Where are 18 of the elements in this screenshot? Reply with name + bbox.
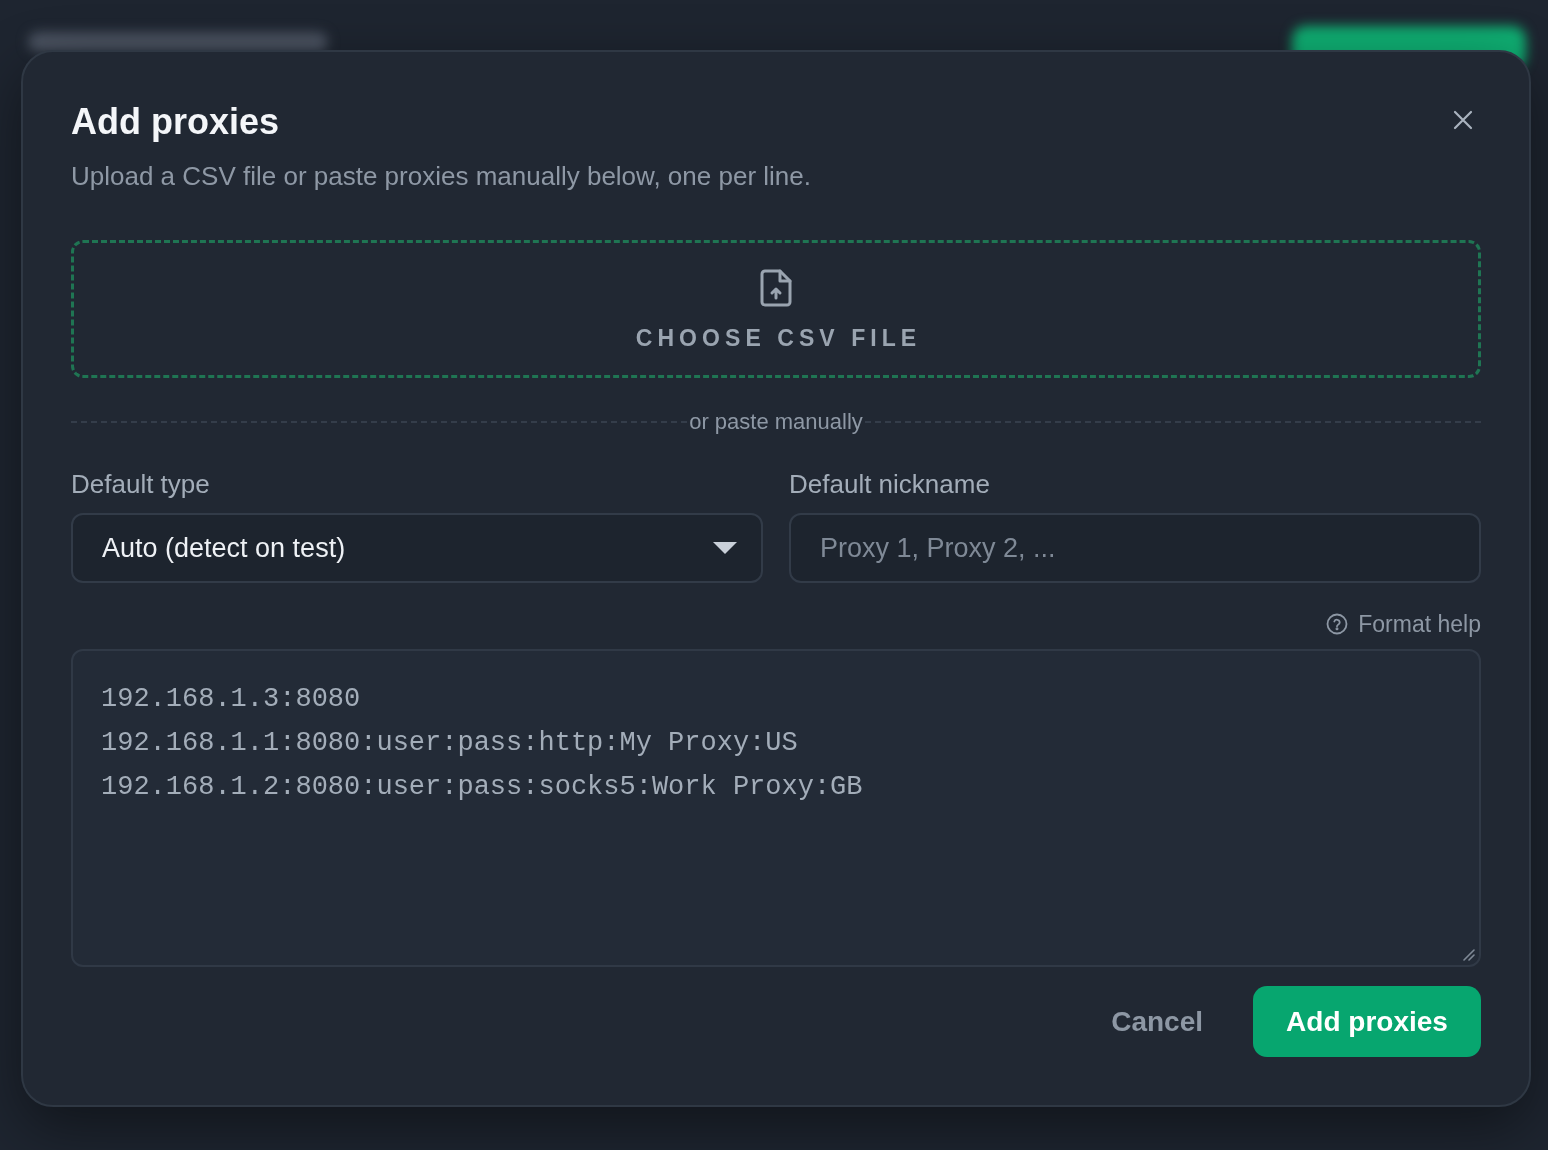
csv-dropzone[interactable]: CHOOSE CSV FILE xyxy=(71,240,1481,378)
help-circle-icon xyxy=(1326,613,1349,635)
caret-down-icon xyxy=(713,542,737,554)
field-label: Default nickname xyxy=(789,468,990,501)
close-icon xyxy=(1453,110,1473,130)
resize-handle-icon xyxy=(1463,949,1475,961)
dialog-description: Upload a CSV file or paste proxies manually below, one per line. xyxy=(71,160,811,193)
proxy-list-text: 192.168.1.3:8080 192.168.1.1:8080:user:pass:http:My Proxy:US 192.168.1.2:8080:user:pass:socks5:Work Proxy:GB xyxy=(101,683,863,804)
dialog-title: Add proxies xyxy=(71,100,280,144)
divider-label: or paste manually xyxy=(688,408,864,436)
field-label: Default type xyxy=(71,468,210,501)
add-proxies-button[interactable]: Add proxies xyxy=(1253,986,1481,1057)
cancel-button[interactable]: Cancel xyxy=(1091,986,1223,1057)
proxy-list-textarea[interactable]: 192.168.1.3:8080 192.168.1.1:8080:user:pass:http:My Proxy:US 192.168.1.2:8080:user:pass:socks5:Work Proxy:GB xyxy=(71,649,1481,967)
nickname-input-field[interactable]: Proxy 1, Proxy 2, ... xyxy=(789,513,1481,583)
format-help-link[interactable]: Format help xyxy=(1326,609,1481,639)
type-select[interactable]: Auto (detect on test) xyxy=(71,513,763,583)
file-upload-icon xyxy=(760,268,792,307)
